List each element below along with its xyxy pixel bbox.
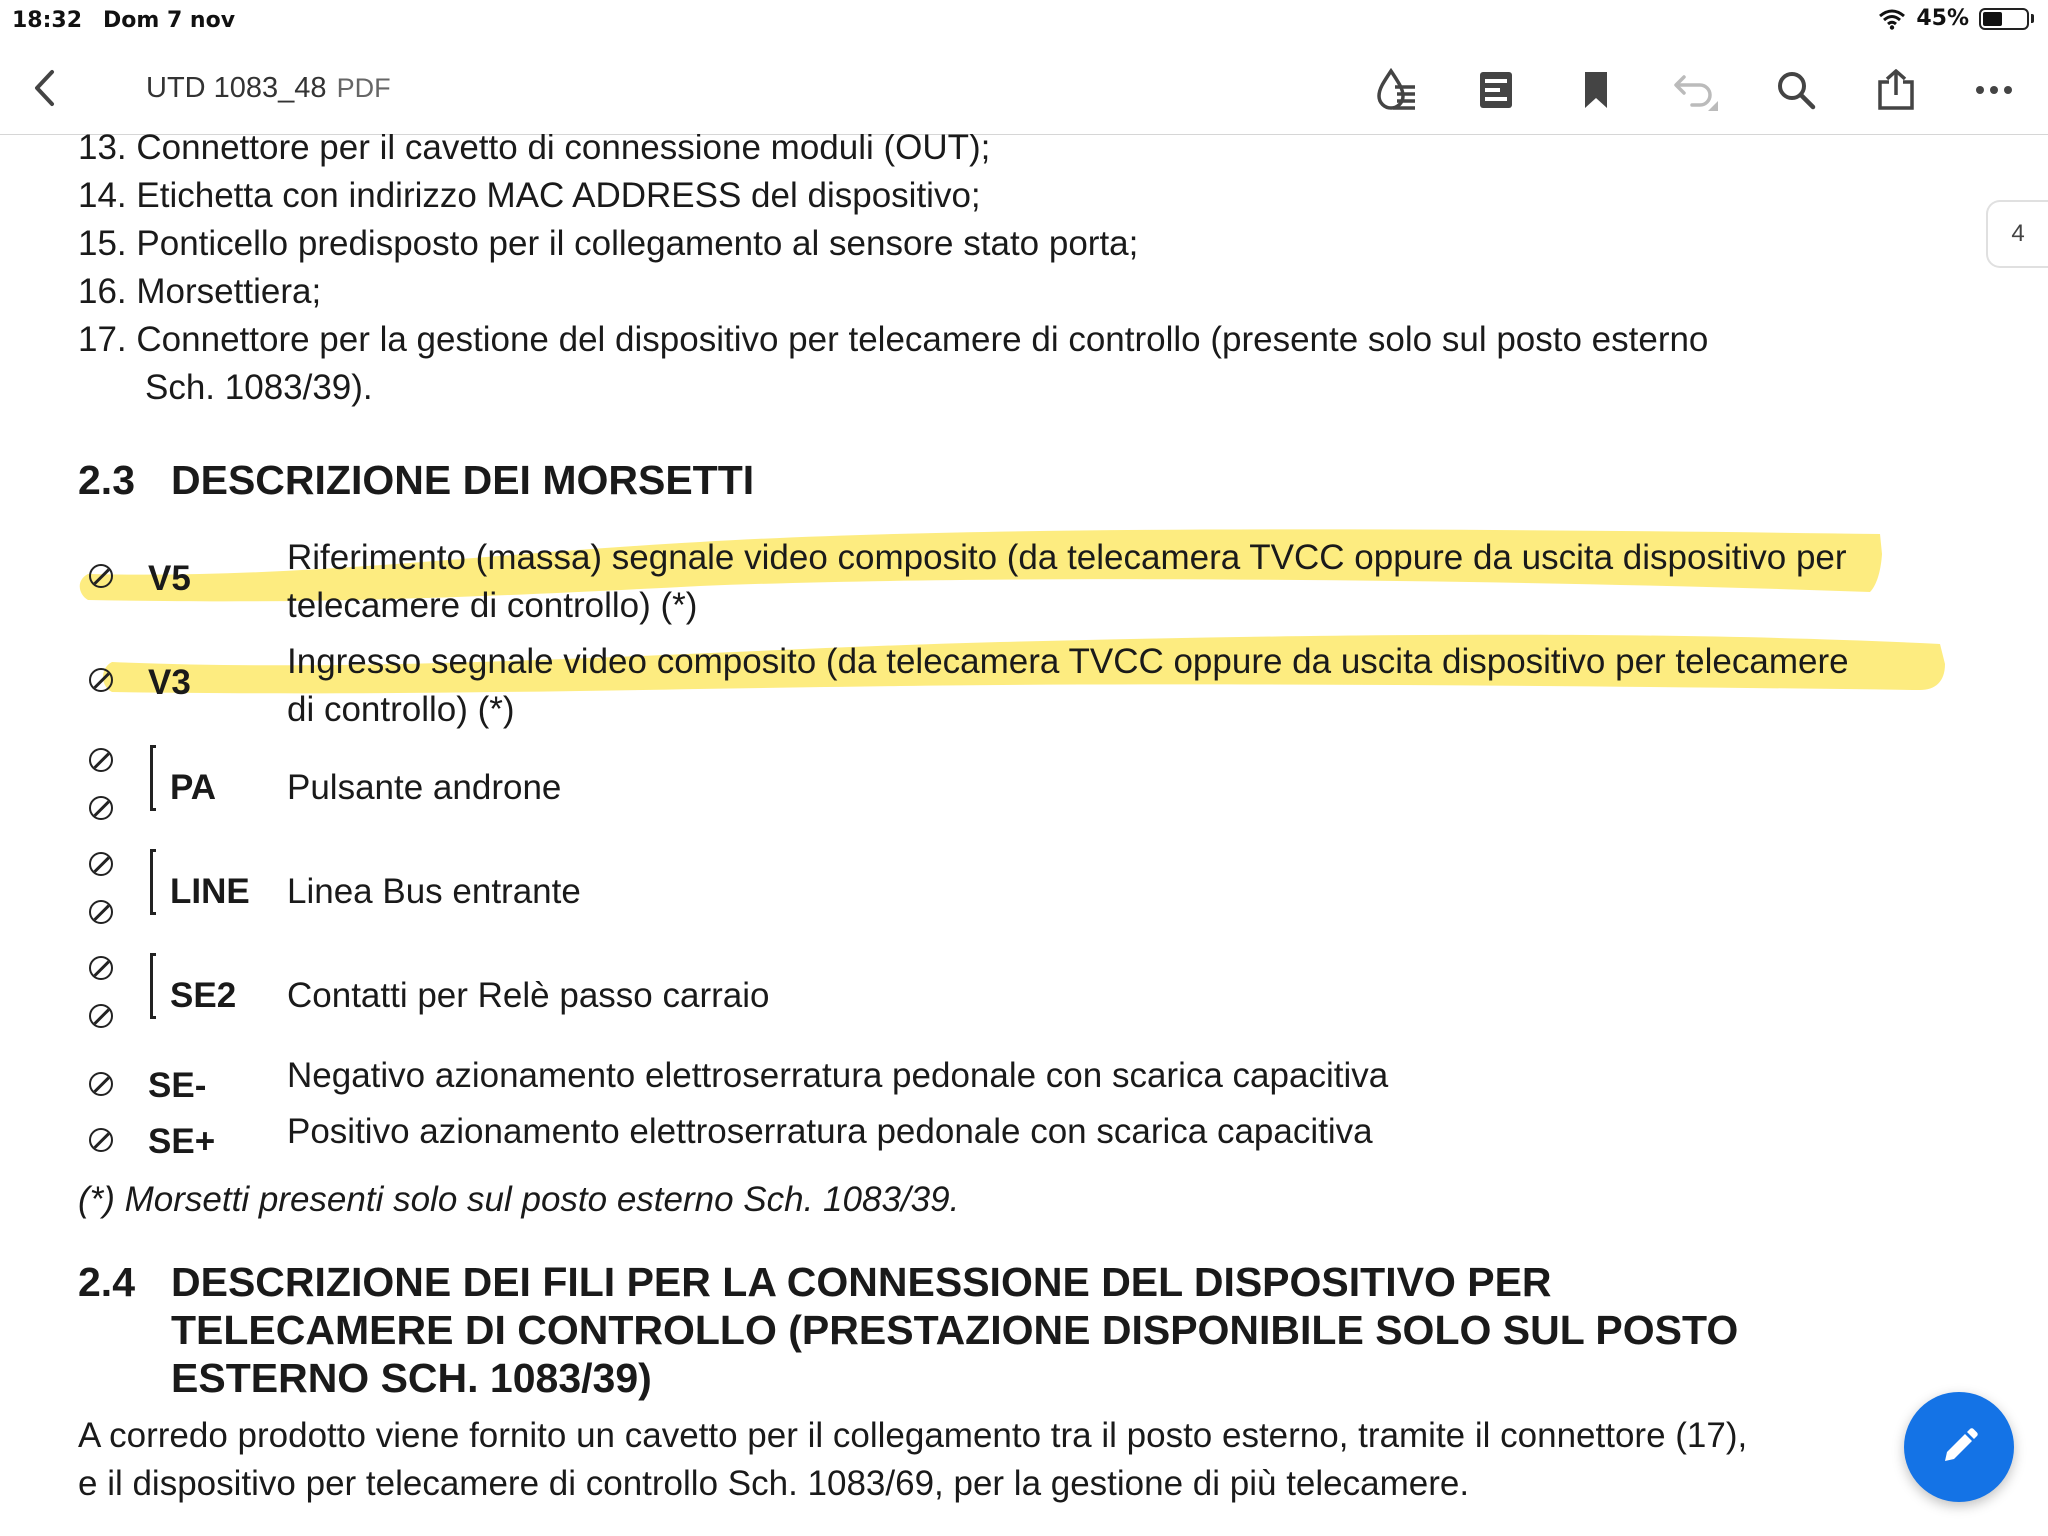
terminal-description: Linea Bus entrante [287,872,581,911]
undo-icon [1674,75,1718,111]
terminal-screw-icon [89,1004,113,1028]
document-name: UTD 1083_48 [146,72,327,104]
share-icon [1878,69,1914,110]
terminal-pair-bracket [150,745,156,811]
section-title-line: DESCRIZIONE DEI FILI PER LA CONNESSIONE … [171,1259,1552,1305]
edit-fab-button[interactable] [1904,1392,2014,1502]
terminal-code: LINE [170,872,250,911]
list-text: Connettore per il cavetto di connessione… [136,134,991,167]
bookmark-icon [1585,72,1607,108]
terminal-screw-icon [89,564,113,588]
liquid-mode-icon [1377,67,1415,110]
more-button[interactable] [1968,64,2020,116]
list-item-continuation: Sch. 1083/39). [145,368,373,407]
status-bar: 18:32 Dom 7 nov 45% [0,0,2048,42]
battery-percent: 45% [1916,6,1969,31]
list-text: Connettore per la gestione del dispositi… [136,320,1709,359]
outline-button[interactable] [1470,64,1522,116]
terminal-code: SE+ [148,1122,216,1161]
terminal-screw-icon [89,1128,113,1152]
body-paragraph-line: A corredo prodotto viene fornito un cave… [78,1416,1748,1455]
footnote: (*) Morsetti presenti solo sul posto est… [78,1180,960,1219]
terminal-pair-bracket [150,849,156,915]
page-number: 4 [2011,220,2025,247]
status-indicators: 45% [1878,6,2034,31]
document-title: UTD 1083_48 PDF [146,72,391,105]
pencil-icon [1945,1428,1978,1461]
document-type: PDF [336,73,391,103]
section-title-line: TELECAMERE DI CONTROLLO (PRESTAZIONE DIS… [171,1307,1739,1353]
terminal-code: V5 [148,559,191,598]
list-text: Etichetta con indirizzo MAC ADDRESS del … [136,176,981,215]
list-item: 16. Morsettiera; [78,268,321,316]
list-number: 13. [78,134,127,167]
terminal-screw-icon [89,956,113,980]
terminal-screw-icon [89,1072,113,1096]
bookmark-button[interactable] [1570,64,1622,116]
terminal-pair-bracket [150,953,156,1019]
list-text: Ponticello predisposto per il collegamen… [136,224,1139,263]
terminal-screw-icon [89,900,113,924]
list-item: 14. Etichetta con indirizzo MAC ADDRESS … [78,172,981,220]
outline-icon [1480,72,1512,108]
terminal-code: V3 [148,663,191,702]
battery-icon [1979,7,2029,30]
section-number: 2.4 [78,1259,135,1305]
terminal-screw-icon [89,668,113,692]
list-number: 16. [78,272,127,311]
terminal-screw-icon [89,796,113,820]
terminal-code: SE- [148,1066,207,1105]
back-chevron-icon [35,70,54,106]
terminal-description: Contatti per Relè passo carraio [287,976,770,1015]
liquid-mode-button[interactable] [1370,64,1422,116]
terminal-description: Positivo azionamento elettroserratura pe… [287,1112,1373,1151]
undo-button[interactable] [1670,64,1722,116]
terminal-description: Riferimento (massa) segnale video compos… [287,538,1847,577]
battery-level-fill [1983,11,2002,26]
terminal-description-cont: di controllo) (*) [287,690,515,729]
search-icon [1778,72,1816,110]
status-date: Dom 7 nov [103,8,236,33]
terminal-description: Ingresso segnale video composito (da tel… [287,642,1849,681]
section-number: 2.3 [78,457,135,503]
more-icon [1976,86,2012,94]
section-heading-2-3: 2.3 DESCRIZIONE DEI MORSETTI [78,456,1278,504]
terminal-code: PA [170,768,217,807]
list-item: 15. Ponticello predisposto per il colleg… [78,220,1138,268]
battery-tip [2031,14,2034,23]
terminal-description: Negativo azionamento elettroserratura pe… [287,1056,1389,1095]
list-text: Morsettiera; [136,272,322,311]
list-number: 15. [78,224,127,263]
terminal-code: SE2 [170,976,237,1015]
search-button[interactable] [1770,64,1822,116]
terminal-description-cont: telecamere di controllo) (*) [287,586,698,625]
status-time: 18:32 [12,8,83,33]
toolbar: UTD 1083_48 PDF [0,42,2048,135]
list-number: 14. [78,176,127,215]
list-item: 13. Connettore per il cavetto di conness… [78,134,990,172]
list-number: 17. [78,320,127,359]
pdf-page-content[interactable]: 13. Connettore per il cavetto di conness… [0,134,2048,1536]
section-heading-2-4: 2.4 DESCRIZIONE DEI FILI PER LA CONNESSI… [78,1258,1978,1402]
section-title: DESCRIZIONE DEI MORSETTI [171,457,755,503]
back-button[interactable] [22,64,66,112]
terminal-screw-icon [89,852,113,876]
terminal-screw-icon [89,748,113,772]
page-indicator-tab[interactable]: 4 [1986,200,2048,268]
list-item: 17. Connettore per la gestione del dispo… [78,316,1708,364]
share-button[interactable] [1870,64,1922,116]
terminal-description: Pulsante androne [287,768,562,807]
wifi-icon [1879,9,1906,30]
body-paragraph-line: e il dispositivo per telecamere di contr… [78,1464,1470,1503]
section-title-line: ESTERNO SCH. 1083/39) [171,1355,652,1401]
